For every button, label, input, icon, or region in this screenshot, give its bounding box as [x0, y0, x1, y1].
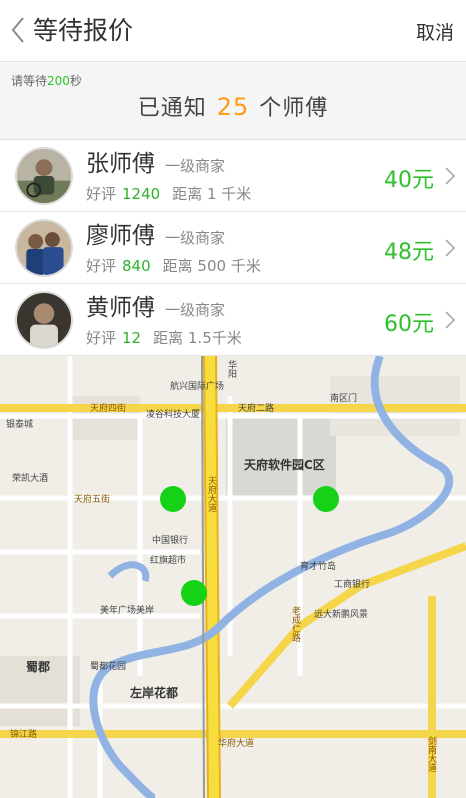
- review-label: 好评: [86, 185, 117, 203]
- map-base: [0, 356, 466, 798]
- page-title: 等待报价: [33, 16, 134, 45]
- map-label: 天府五街: [74, 495, 111, 505]
- master-location-pin[interactable]: [313, 486, 339, 512]
- distance: 距离 500 千米: [162, 257, 261, 275]
- master-name: 黄师傅: [86, 295, 155, 321]
- top-bar: 等待报价 取消: [0, 0, 466, 62]
- map-label: 锦江路: [10, 730, 38, 740]
- map-label: 南区门: [330, 394, 358, 404]
- master-meta: 好评 12 距离 1.5千米: [86, 327, 242, 348]
- map-label: 老成仁路: [290, 606, 300, 642]
- master-location-pin[interactable]: [181, 580, 207, 606]
- master-quote-list: 张师傅 一级商家 好评 1240 距离 1 千米 40元 廖师傅 一级商家 好评 84…: [0, 140, 466, 356]
- back-arrow-icon[interactable]: [8, 14, 28, 46]
- wait-status-panel: 请等待200秒 已通知 25 个师傅: [0, 62, 466, 140]
- avatar: [15, 291, 73, 349]
- review-count: 840: [122, 257, 151, 275]
- notify-suffix: 个师傅: [259, 96, 329, 121]
- master-meta: 好评 840 距离 500 千米: [86, 255, 261, 276]
- wait-seconds: 200: [47, 74, 70, 88]
- review-label: 好评: [86, 257, 117, 275]
- cancel-button[interactable]: 取消: [416, 18, 454, 48]
- master-name: 张师傅: [86, 151, 155, 177]
- review-count: 1240: [122, 185, 161, 203]
- master-meta: 好评 1240 距离 1 千米: [86, 183, 251, 204]
- wait-countdown: 请等待200秒: [11, 72, 82, 89]
- avatar: [15, 147, 73, 205]
- master-level: 一级商家: [165, 157, 226, 175]
- master-location-pin[interactable]: [160, 486, 186, 512]
- distance: 距离 1 千米: [172, 185, 252, 203]
- map-label: 银泰城: [6, 420, 34, 430]
- map-label: 华府大道: [218, 739, 255, 749]
- map-label: 天府二路: [238, 404, 275, 414]
- map-label: 红旗超市: [150, 556, 187, 566]
- master-row[interactable]: 张师傅 一级商家 好评 1240 距离 1 千米 40元: [0, 140, 466, 212]
- distance: 距离 1.5千米: [153, 329, 242, 347]
- quote-price: 48元: [384, 240, 434, 265]
- map-label: 剑南大道: [426, 736, 436, 772]
- master-row[interactable]: 黄师傅 一级商家 好评 12 距离 1.5千米 60元: [0, 284, 466, 356]
- map-label: 凌谷科技大厦: [146, 410, 201, 420]
- map-label: 蜀都花园: [90, 662, 127, 672]
- map-label: 天府大道: [206, 476, 216, 512]
- quote-price: 60元: [384, 312, 434, 337]
- quote-price: 40元: [384, 168, 434, 193]
- master-name: 廖师傅: [86, 223, 155, 249]
- map-label: 蜀郡: [26, 660, 51, 674]
- map-label: 航兴国际广场: [170, 382, 225, 392]
- chevron-right-icon: [445, 311, 456, 329]
- master-level: 一级商家: [165, 301, 226, 319]
- map-label: 远大新鹏风景: [314, 610, 369, 620]
- chevron-right-icon: [445, 239, 456, 257]
- map-label: 中国银行: [152, 536, 189, 546]
- map-label: 左岸花都: [130, 686, 179, 700]
- master-level: 一级商家: [165, 229, 226, 247]
- map-label: 天府四街: [90, 404, 127, 414]
- wait-prefix: 请等待: [11, 74, 48, 88]
- chevron-right-icon: [445, 167, 456, 185]
- map-label: 工商银行: [334, 580, 371, 590]
- map-label: 荣凯大酒: [12, 474, 49, 484]
- notify-prefix: 已通知: [137, 96, 207, 121]
- review-label: 好评: [86, 329, 117, 347]
- map-view[interactable]: 天府软件园C区 天府四街 天府五街 天府大道 天府二路 凌谷科技大厦 中国银行 …: [0, 356, 466, 798]
- avatar: [15, 219, 73, 277]
- notify-count: 25: [216, 93, 250, 121]
- wait-suffix: 秒: [69, 74, 82, 88]
- review-count: 12: [122, 329, 142, 347]
- map-label: 育才竹岛: [300, 562, 337, 572]
- map-label: 华阳: [226, 360, 236, 378]
- notified-count-line: 已通知 25 个师傅: [0, 90, 466, 122]
- map-label: 美年广场美岸: [100, 606, 155, 616]
- master-row[interactable]: 廖师傅 一级商家 好评 840 距离 500 千米 48元: [0, 212, 466, 284]
- map-label: 天府软件园C区: [244, 458, 325, 472]
